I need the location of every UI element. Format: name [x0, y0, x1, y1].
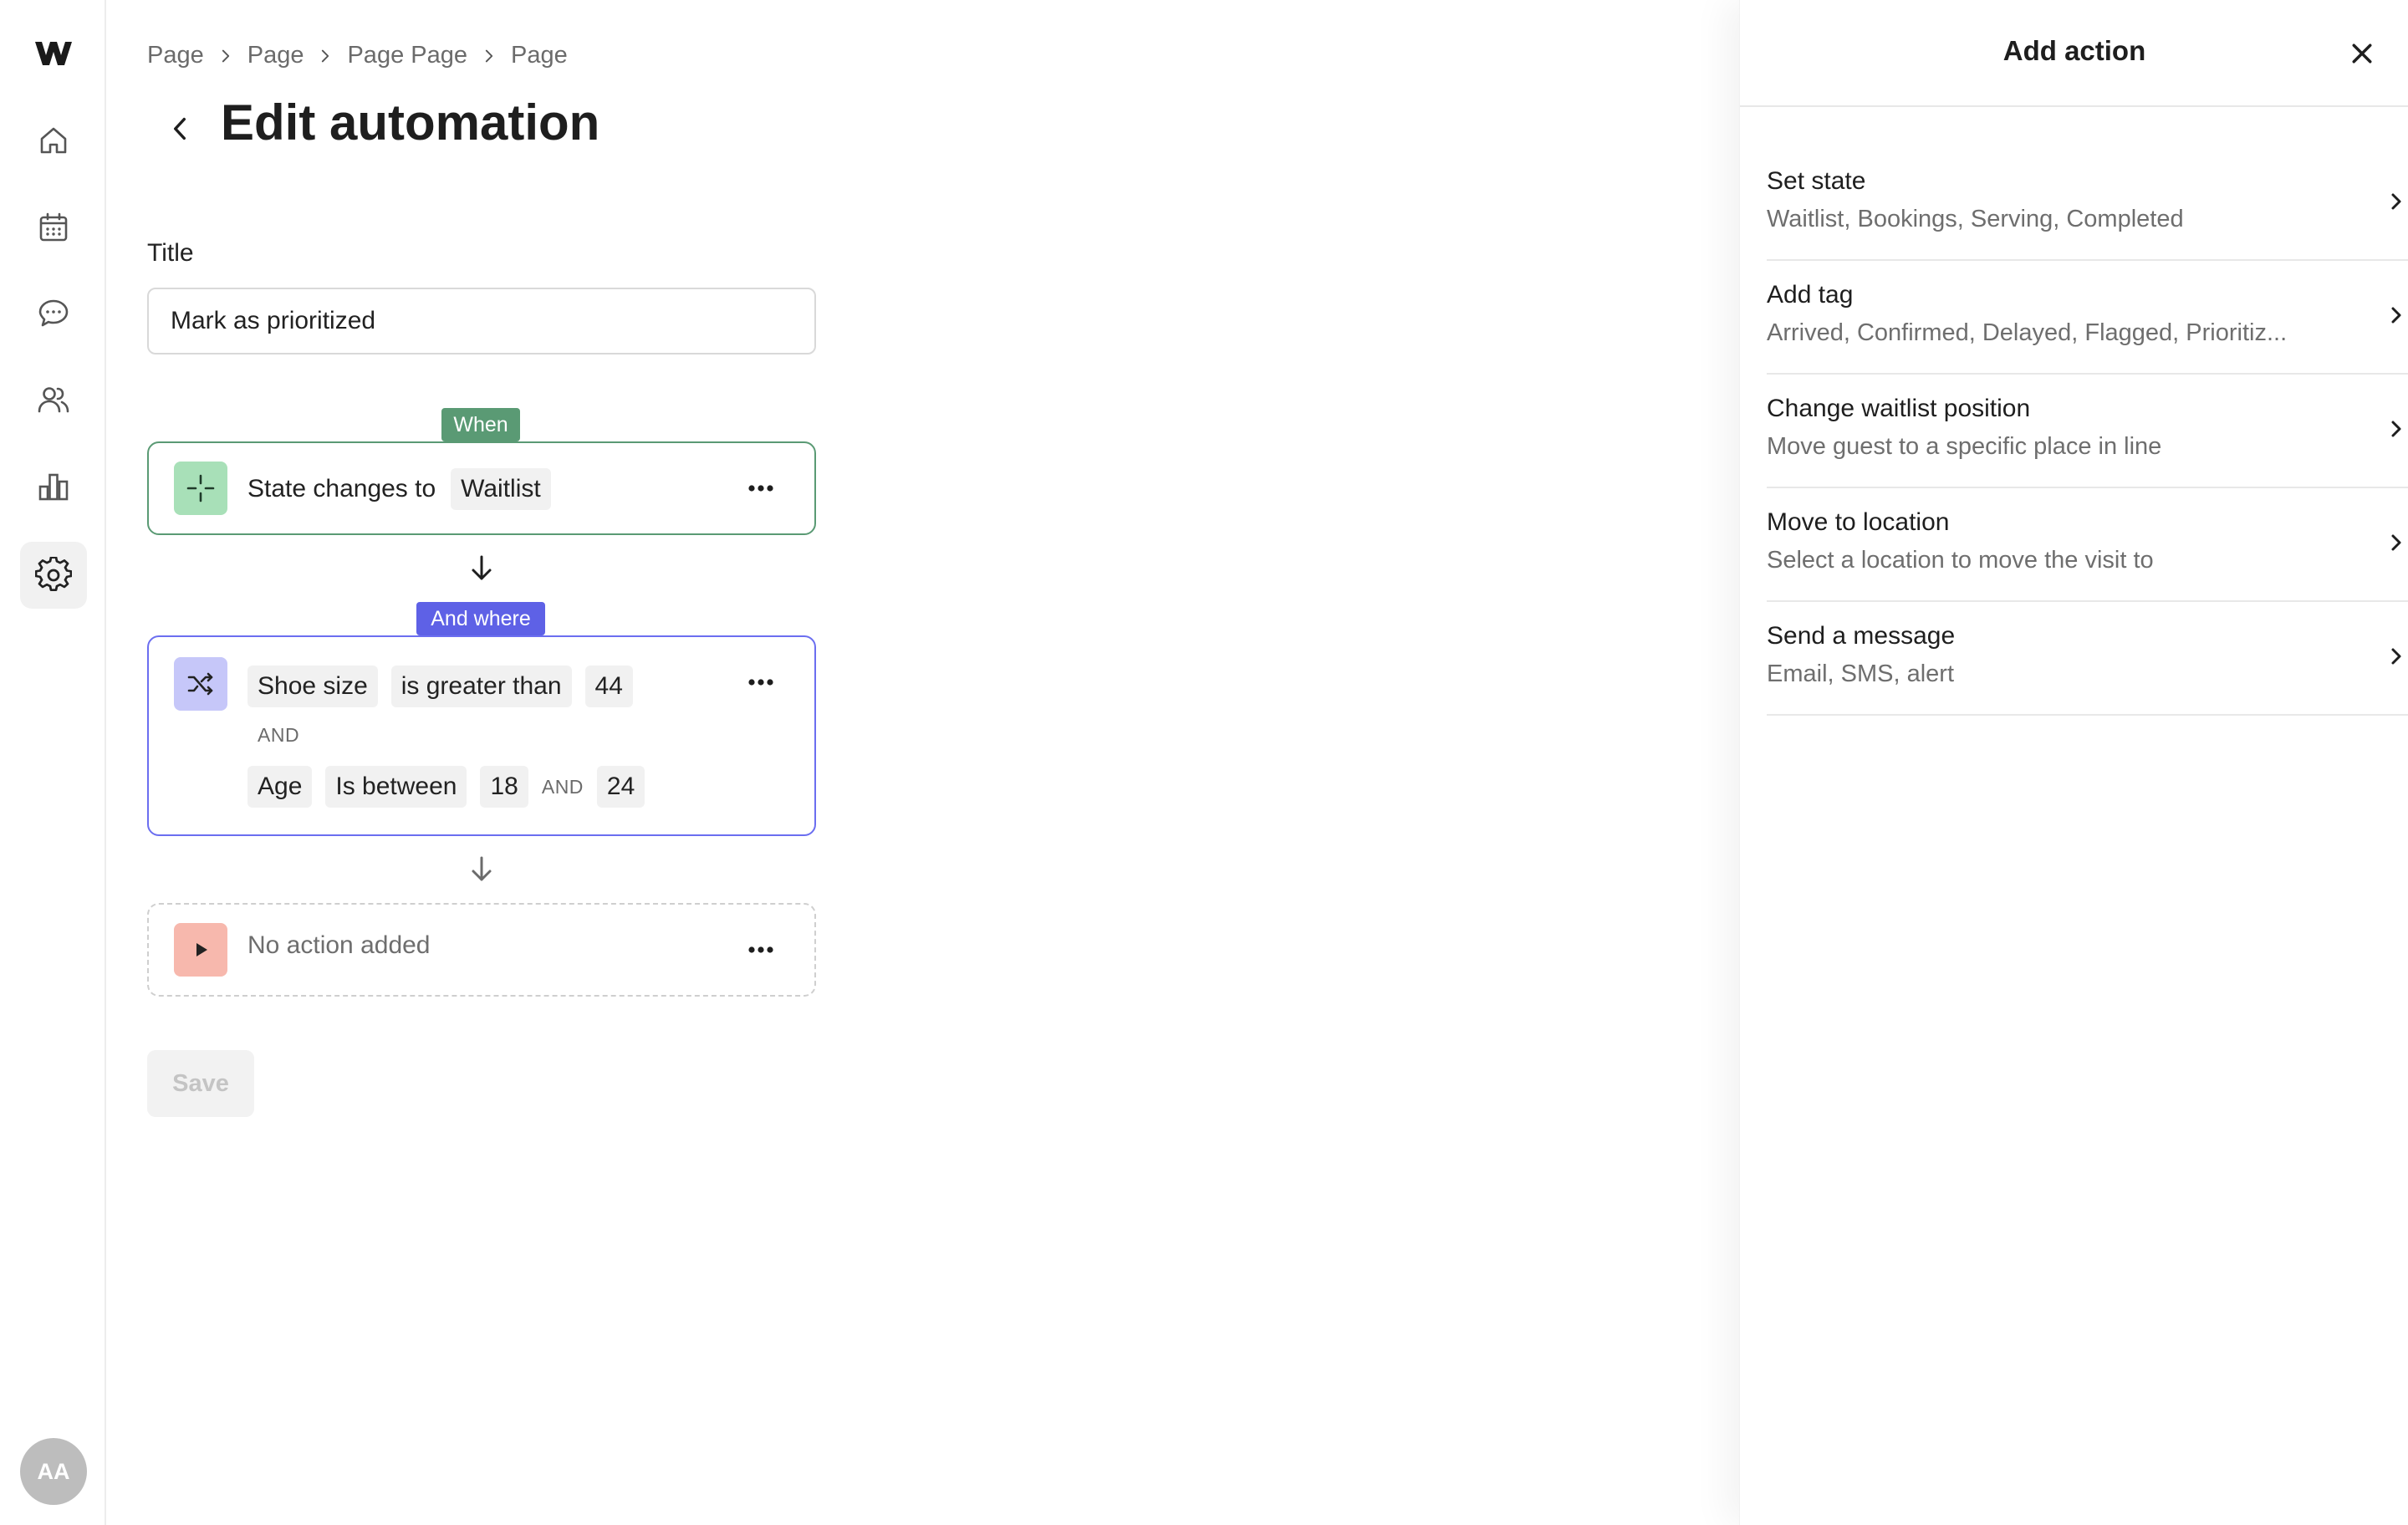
chevron-right-icon: [2391, 648, 2401, 665]
more-horizontal-icon: [748, 485, 773, 492]
trigger-more-button[interactable]: [742, 470, 779, 507]
action-row: No action added: [247, 931, 431, 960]
action-option-title: Send a message: [1767, 622, 1956, 650]
nav-settings[interactable]: [20, 542, 87, 609]
action-option-set-state[interactable]: Set state Waitlist, Bookings, Serving, C…: [1767, 147, 2408, 261]
action-option-description: Arrived, Confirmed, Delayed, Flagged, Pr…: [1767, 319, 2288, 346]
condition-value-chip[interactable]: 44: [584, 666, 633, 707]
title-input[interactable]: [147, 288, 816, 354]
trigger-icon: [174, 462, 227, 515]
condition-field-chip[interactable]: Shoe size: [247, 666, 378, 707]
condition-row-2: Age Is between 18 AND 24: [247, 766, 658, 808]
breadcrumb-item: Page: [510, 42, 568, 69]
action-option-description: Waitlist, Bookings, Serving, Completed: [1767, 206, 2184, 232]
nav-analytics[interactable]: [20, 453, 87, 520]
bar-chart-icon: [38, 473, 69, 501]
save-button[interactable]: Save: [147, 1050, 254, 1117]
gear-icon: [35, 557, 72, 592]
action-option-move-to-location[interactable]: Move to location Select a location to mo…: [1767, 488, 2408, 602]
panel-header: Add action: [1740, 0, 2408, 107]
chevron-right-icon: [312, 48, 339, 64]
home-icon: [40, 127, 67, 154]
chat-icon: [38, 299, 69, 327]
close-button[interactable]: [2345, 37, 2379, 70]
no-action-text: No action added: [247, 931, 431, 959]
title-label: Title: [147, 239, 194, 267]
chevron-right-icon: [2391, 193, 2401, 210]
breadcrumb-item[interactable]: Page: [147, 42, 204, 69]
trigger-row: State changes to Waitlist: [247, 468, 564, 510]
and-label: AND: [258, 724, 300, 746]
action-option-title: Move to location: [1767, 508, 1950, 536]
action-options-list: Set state Waitlist, Bookings, Serving, C…: [1767, 147, 2408, 716]
back-button[interactable]: [159, 104, 201, 154]
chevron-right-icon: [2391, 307, 2401, 324]
calendar-icon: [39, 212, 68, 242]
condition-value-to-chip[interactable]: 24: [596, 766, 645, 808]
condition-value-from-chip[interactable]: 18: [480, 766, 528, 808]
arrow-down-icon: [472, 856, 492, 881]
action-option-send-message[interactable]: Send a message Email, SMS, alert: [1767, 602, 2408, 716]
add-action-panel: Add action Set state Waitlist, Bookings,…: [1739, 0, 2408, 1525]
arrow-down-icon: [472, 555, 492, 580]
condition-operator-chip[interactable]: is greater than: [390, 666, 572, 707]
action-option-description: Select a location to move the visit to: [1767, 547, 2154, 574]
trigger-card[interactable]: State changes to Waitlist: [147, 441, 816, 535]
chevron-right-icon: [212, 48, 239, 64]
when-tag: When: [441, 408, 520, 441]
more-horizontal-icon: [748, 679, 773, 686]
trigger-text: State changes to: [247, 475, 436, 502]
condition-field-chip[interactable]: Age: [247, 766, 313, 808]
action-option-change-waitlist-position[interactable]: Change waitlist position Move guest to a…: [1767, 375, 2408, 488]
condition-card[interactable]: Shoe size is greater than 44 AND Age Is …: [147, 635, 816, 836]
more-horizontal-icon: [748, 946, 773, 953]
breadcrumb: Page Page Page Page Page: [147, 42, 568, 69]
chevron-right-icon: [2391, 421, 2401, 437]
nav-calendar[interactable]: [20, 194, 87, 261]
condition-operator-chip[interactable]: Is between: [325, 766, 467, 808]
nav-guests[interactable]: [20, 366, 87, 433]
action-option-title: Change waitlist position: [1767, 395, 2031, 422]
breadcrumb-item[interactable]: Page Page: [347, 42, 467, 69]
users-icon: [38, 387, 69, 413]
page-title: Edit automation: [221, 94, 600, 150]
action-more-button[interactable]: [742, 931, 779, 968]
chevron-left-icon: [174, 117, 186, 140]
chevron-right-icon: [476, 48, 503, 64]
action-card[interactable]: No action added: [147, 903, 816, 997]
close-icon: [2352, 43, 2372, 64]
nav-home[interactable]: [20, 107, 87, 174]
panel-title: Add action: [2002, 35, 2146, 66]
chevron-right-icon: [2391, 534, 2401, 551]
action-option-title: Set state: [1767, 167, 1866, 195]
condition-row-1: Shoe size is greater than 44: [247, 666, 646, 707]
shuffle-icon: [174, 657, 227, 711]
user-avatar[interactable]: AA: [20, 1438, 87, 1505]
action-option-title: Add tag: [1767, 281, 1854, 309]
trigger-state-chip[interactable]: Waitlist: [451, 468, 551, 510]
action-option-add-tag[interactable]: Add tag Arrived, Confirmed, Delayed, Fla…: [1767, 261, 2408, 375]
nav-messages[interactable]: [20, 279, 87, 346]
condition-more-button[interactable]: [742, 664, 779, 701]
and-where-tag: And where: [416, 602, 545, 635]
action-option-description: Move guest to a specific place in line: [1767, 433, 2162, 460]
breadcrumb-item[interactable]: Page: [247, 42, 304, 69]
w-logo-icon[interactable]: [35, 38, 72, 67]
play-icon: [174, 923, 227, 977]
action-option-description: Email, SMS, alert: [1767, 660, 1954, 687]
side-nav-rail: AA: [0, 0, 106, 1525]
between-and-label: AND: [541, 775, 584, 798]
condition-joiner: AND: [258, 724, 313, 747]
